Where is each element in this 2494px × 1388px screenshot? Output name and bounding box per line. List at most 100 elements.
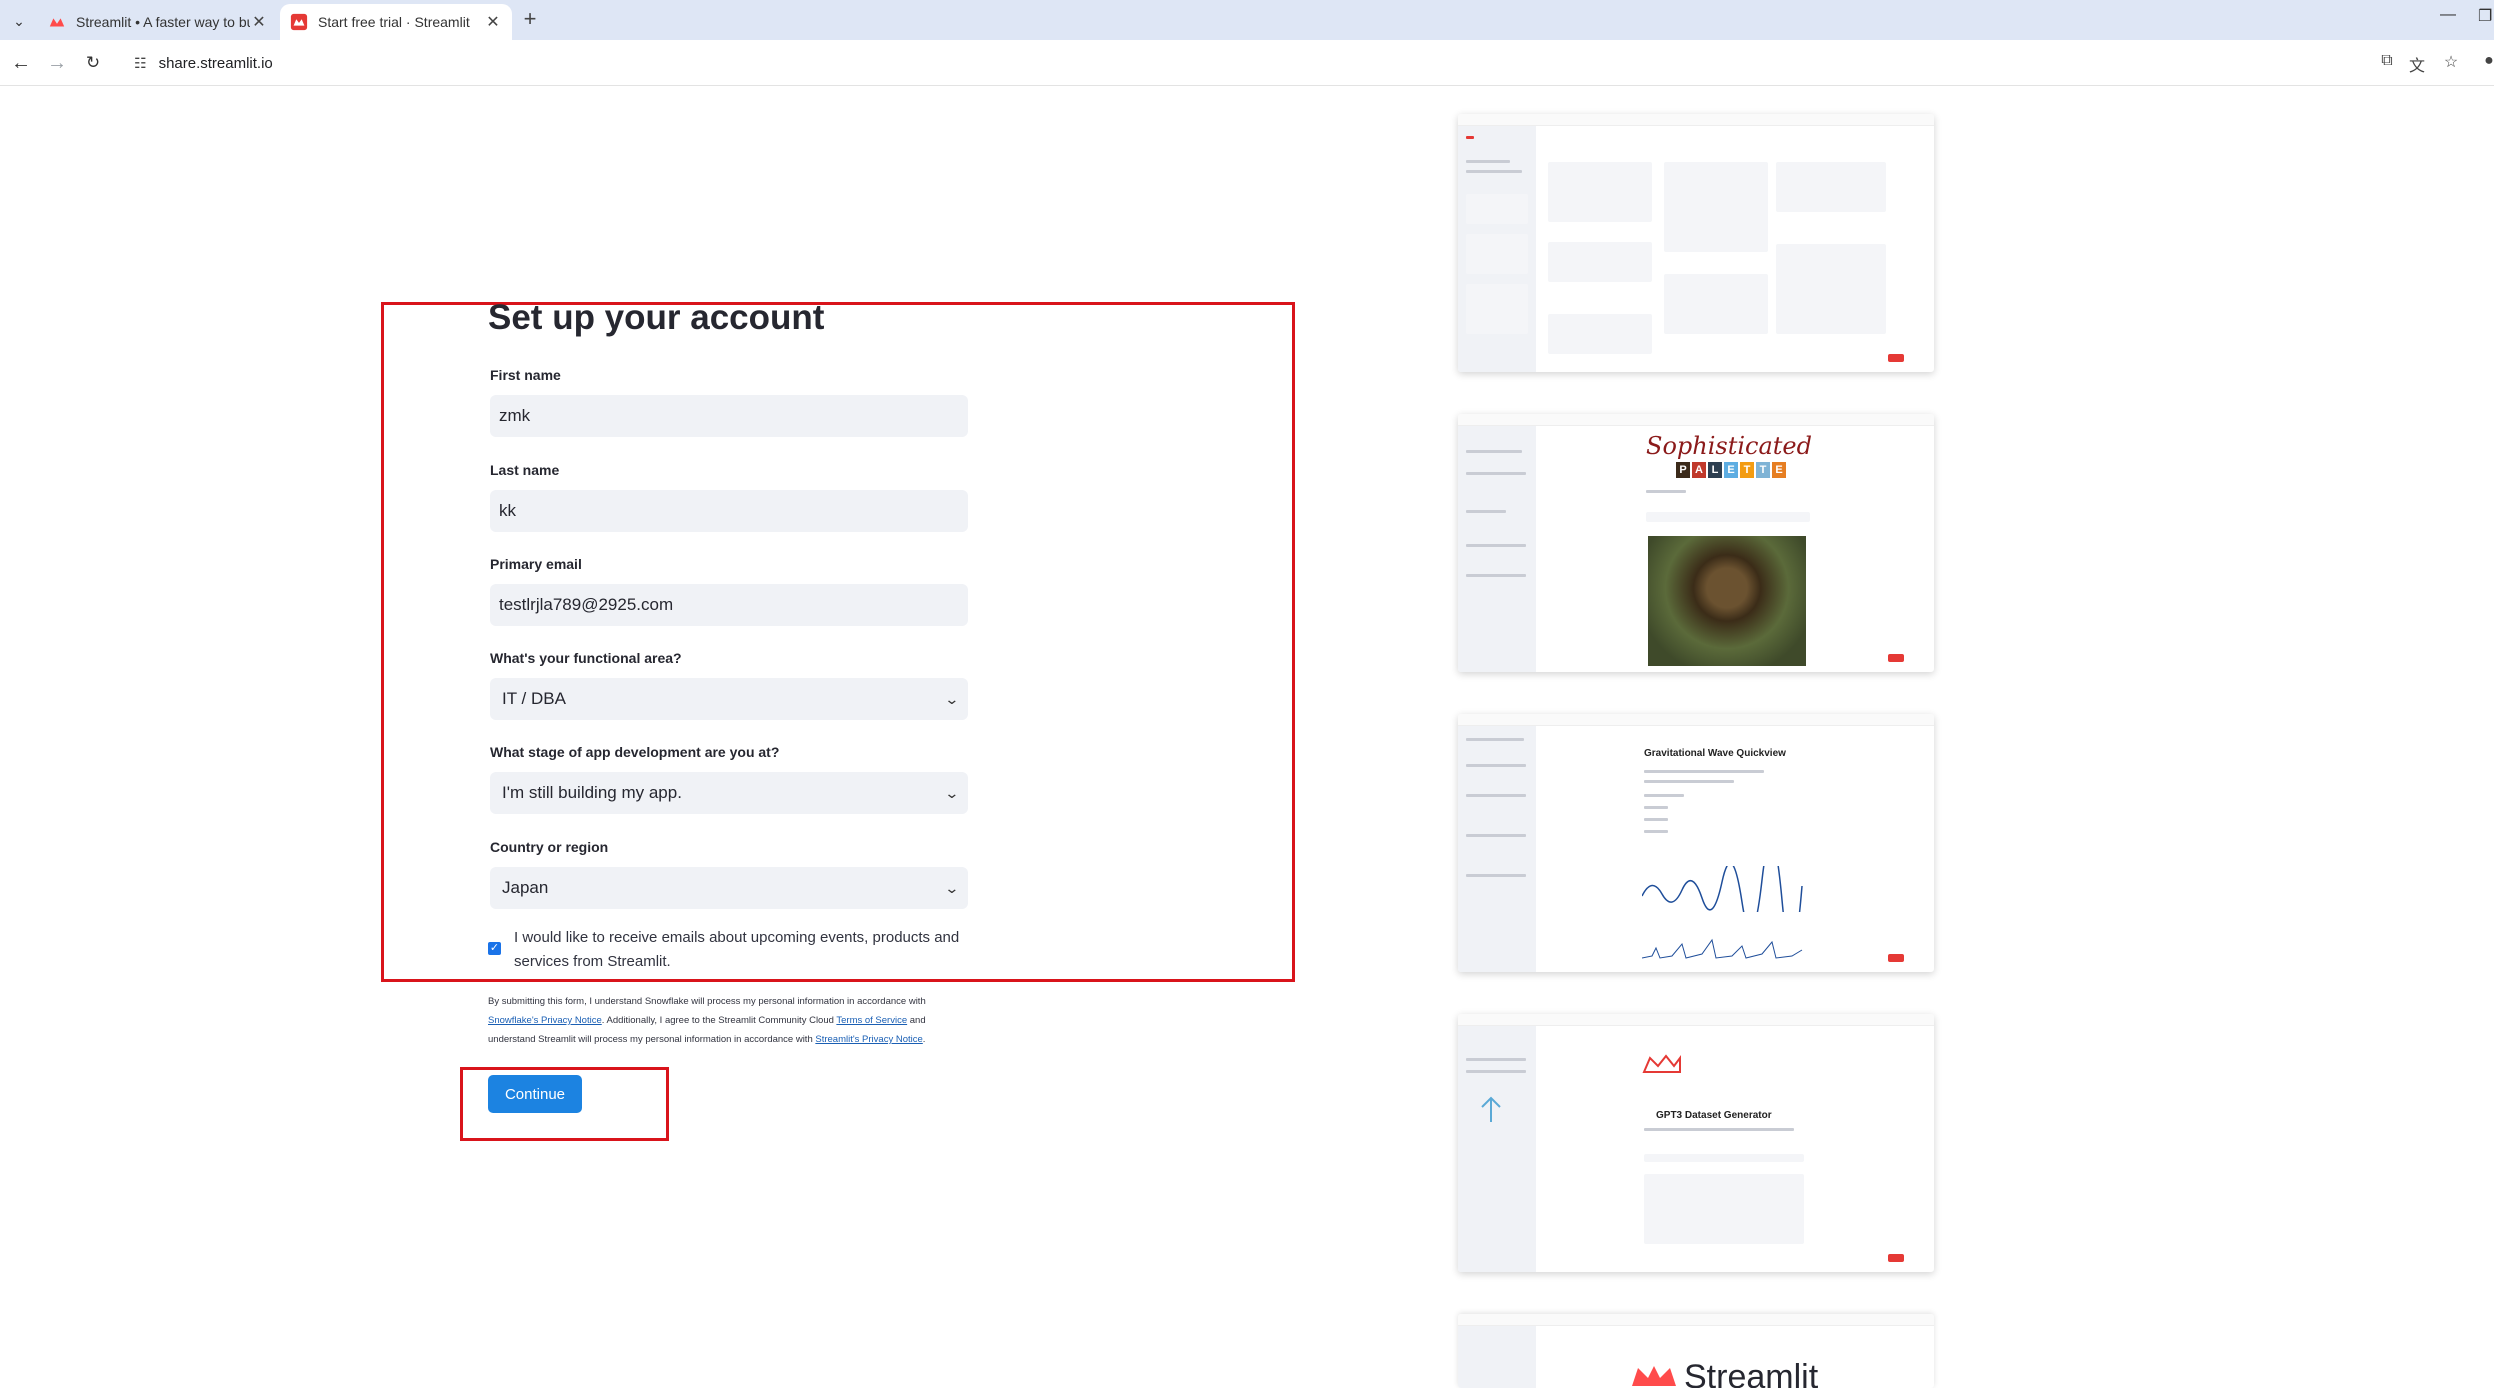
palette-letters: P A L E T T E: [1676, 462, 1786, 478]
palette-title: Sophisticated: [1646, 432, 1812, 460]
preview-line: [1466, 1070, 1526, 1073]
primary-email-input[interactable]: testlrjla789@2925.com: [490, 584, 968, 626]
gw-filtered-chart: [1642, 938, 1803, 959]
preview-line: [1466, 794, 1526, 797]
restore-window-icon[interactable]: ❐: [2478, 6, 2492, 26]
preview-sidebar: [1458, 1026, 1536, 1272]
palette-letter: L: [1708, 462, 1722, 478]
tab-title: Streamlit • A faster way to bu: [76, 14, 250, 30]
preview-form: [1644, 1174, 1804, 1244]
minimize-window-icon[interactable]: —: [2440, 6, 2456, 24]
address-bar[interactable]: ☷ share.streamlit.io: [122, 46, 2362, 80]
reload-icon[interactable]: ↻: [80, 50, 106, 76]
terms-of-service-link[interactable]: Terms of Service: [836, 1015, 907, 1026]
legal-text: .: [922, 1034, 926, 1045]
functional-area-select[interactable]: IT / DBA ⌄: [490, 678, 968, 720]
close-tab-icon[interactable]: ✕: [484, 12, 502, 32]
site-settings-icon[interactable]: ☷: [134, 55, 147, 72]
preview-line: [1644, 770, 1764, 773]
preview-tabs: [1644, 1154, 1804, 1162]
preview-code-block: [1776, 162, 1886, 212]
palette-letter: E: [1772, 462, 1786, 478]
preview-badge: [1888, 1254, 1904, 1262]
app-stage-select[interactable]: I'm still building my app. ⌄: [490, 772, 968, 814]
streamlit-privacy-link[interactable]: Streamlit's Privacy Notice: [815, 1034, 922, 1045]
browser-tab-strip: ⌄ Streamlit • A faster way to bu ✕ Start…: [0, 0, 2494, 40]
tab-search-icon[interactable]: ⌄: [6, 8, 32, 34]
last-name-label: Last name: [490, 462, 560, 478]
streamlit-logo-text: Streamlit: [1684, 1358, 1819, 1388]
preview-sidebar: [1458, 1326, 1536, 1388]
preview-line: [1646, 490, 1686, 493]
country-label: Country or region: [490, 839, 609, 855]
preview-sidebar: [1458, 426, 1536, 672]
palette-letter: A: [1692, 462, 1706, 478]
new-tab-plus-icon[interactable]: +: [516, 8, 544, 32]
preview-line: [1466, 510, 1506, 513]
page-title: Set up your account: [488, 298, 825, 337]
preview-line: [1644, 818, 1668, 821]
translate-icon[interactable]: 文: [2406, 52, 2428, 75]
legal-notice: By submitting this form, I understand Sn…: [488, 992, 958, 1049]
preview-code-block: [1466, 194, 1528, 224]
preview-logo: [1466, 136, 1474, 139]
preview-line: [1466, 1058, 1526, 1061]
gw-title: Gravitational Wave Quickview: [1644, 748, 1786, 759]
browser-toolbar: ← → ↻ ☷ share.streamlit.io ⧉ 文 ☆ ●: [0, 40, 2494, 86]
first-name-label: First name: [490, 367, 561, 383]
preview-line: [1644, 794, 1684, 797]
gpt3-title: GPT3 Dataset Generator: [1656, 1110, 1772, 1121]
snowflake-privacy-link[interactable]: Snowflake's Privacy Notice: [488, 1015, 602, 1026]
preview-line: [1466, 450, 1522, 453]
back-arrow-icon[interactable]: ←: [8, 50, 34, 76]
marketing-consent-checkbox[interactable]: ✓: [488, 942, 501, 955]
preview-badge: [1888, 654, 1904, 662]
crown-logo-icon: [1642, 1054, 1681, 1073]
chevron-down-icon: ⌄: [944, 879, 960, 896]
preview-card-streamlit-logo: Streamlit: [1458, 1314, 1934, 1388]
preview-badge: [1888, 954, 1904, 962]
functional-area-label: What's your functional area?: [490, 650, 682, 666]
install-app-icon[interactable]: ⧉: [2376, 52, 2398, 74]
preview-line: [1644, 806, 1668, 809]
preview-window-bar: [1458, 714, 1934, 726]
preview-code-block: [1776, 244, 1886, 334]
first-name-input[interactable]: zmk: [490, 395, 968, 437]
address-url: share.streamlit.io: [158, 54, 273, 72]
country-select[interactable]: Japan ⌄: [490, 867, 968, 909]
preview-code-block: [1548, 162, 1652, 222]
preview-line: [1466, 574, 1526, 577]
tab-start-free-trial[interactable]: Start free trial · Streamlit ✕: [280, 4, 512, 40]
close-tab-icon[interactable]: ✕: [250, 12, 268, 32]
arrow-up-icon: [1481, 1096, 1501, 1122]
preview-badge: [1888, 354, 1904, 362]
streamlit-favicon-icon: [290, 13, 308, 31]
preview-card-cheat-sheet: [1458, 114, 1934, 372]
chevron-down-icon: ⌄: [944, 690, 960, 707]
preview-line: [1466, 764, 1526, 767]
tab-streamlit-home[interactable]: Streamlit • A faster way to bu ✕: [38, 4, 278, 40]
preview-window-bar: [1458, 414, 1934, 426]
preview-line: [1466, 834, 1526, 837]
preview-sidebar: [1458, 726, 1536, 972]
palette-letter: T: [1740, 462, 1754, 478]
profile-icon[interactable]: ●: [2478, 52, 2494, 74]
preview-line: [1466, 874, 1526, 877]
preview-line: [1466, 170, 1522, 173]
forward-arrow-icon[interactable]: →: [44, 50, 70, 76]
palette-letter: P: [1676, 462, 1690, 478]
preview-window-bar: [1458, 114, 1934, 126]
last-name-input[interactable]: kk: [490, 490, 968, 532]
preview-code-block: [1466, 284, 1528, 334]
primary-email-label: Primary email: [490, 556, 582, 572]
continue-button[interactable]: Continue: [488, 1075, 582, 1113]
streamlit-crown-icon: [1632, 1366, 1676, 1386]
preview-line: [1644, 780, 1734, 783]
country-value: Japan: [502, 878, 549, 897]
preview-window-bar: [1458, 1014, 1934, 1026]
app-stage-label: What stage of app development are you at…: [490, 744, 780, 760]
preview-select: [1646, 512, 1810, 522]
functional-area-value: IT / DBA: [502, 689, 566, 708]
bookmark-star-icon[interactable]: ☆: [2440, 52, 2462, 74]
streamlit-favicon-icon: [49, 18, 65, 27]
